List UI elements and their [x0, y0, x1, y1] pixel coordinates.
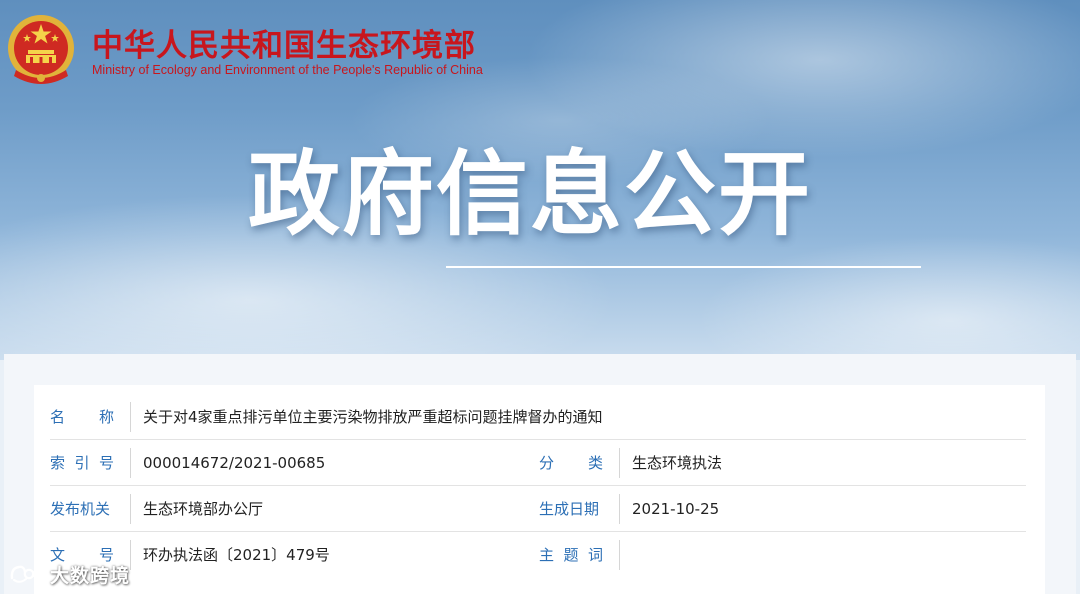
- row-issuer: 发布机关 生态环境部办公厅 生成日期 2021-10-25: [50, 486, 1026, 532]
- date-label: 生成日期: [539, 500, 600, 518]
- divider: [619, 448, 620, 478]
- divider: [130, 540, 131, 570]
- index-value: 000014672/2021-00685: [143, 454, 326, 472]
- category-value: 生态环境执法: [632, 454, 723, 472]
- docno-value: 环办执法函〔2021〕479号: [143, 546, 330, 564]
- row-index: 索引号 000014672/2021-00685 分类 生态环境执法: [50, 440, 1026, 486]
- divider: [130, 402, 131, 432]
- divider: [130, 448, 131, 478]
- watermark-logo-icon: [10, 565, 44, 583]
- category-label: 分类: [539, 454, 603, 472]
- name-value: 关于对4家重点排污单位主要污染物排放严重超标问题挂牌督办的通知: [143, 408, 603, 426]
- date-value: 2021-10-25: [632, 500, 720, 518]
- page-title: 政府信息公开: [248, 141, 813, 248]
- row-docno: 文号 环办执法函〔2021〕479号 主题词: [50, 532, 1026, 578]
- title-underline: [446, 266, 921, 268]
- ministry-name-en[interactable]: Ministry of Ecology and Environment of t…: [92, 63, 483, 77]
- national-emblem-icon: [8, 15, 74, 84]
- name-label: 名称: [50, 408, 114, 426]
- divider: [130, 494, 131, 524]
- watermark: 大数跨境: [8, 560, 130, 588]
- ministry-name-cn[interactable]: 中华人民共和国生态环境部: [92, 20, 476, 65]
- subject-label: 主题词: [539, 546, 603, 564]
- watermark-text: 大数跨境: [50, 564, 131, 587]
- issuer-value: 生态环境部办公厅: [143, 500, 264, 518]
- divider: [619, 540, 620, 570]
- issuer-label: 发布机关: [50, 500, 111, 518]
- index-label: 索引号: [50, 454, 114, 472]
- divider: [619, 494, 620, 524]
- hero-banner: 中华人民共和国生态环境部 Ministry of Ecology and Env…: [0, 0, 1080, 360]
- row-name: 名称 关于对4家重点排污单位主要污染物排放严重超标问题挂牌督办的通知: [50, 394, 1026, 440]
- document-info-card: 名称 关于对4家重点排污单位主要污染物排放严重超标问题挂牌督办的通知 索引号 0…: [34, 385, 1045, 594]
